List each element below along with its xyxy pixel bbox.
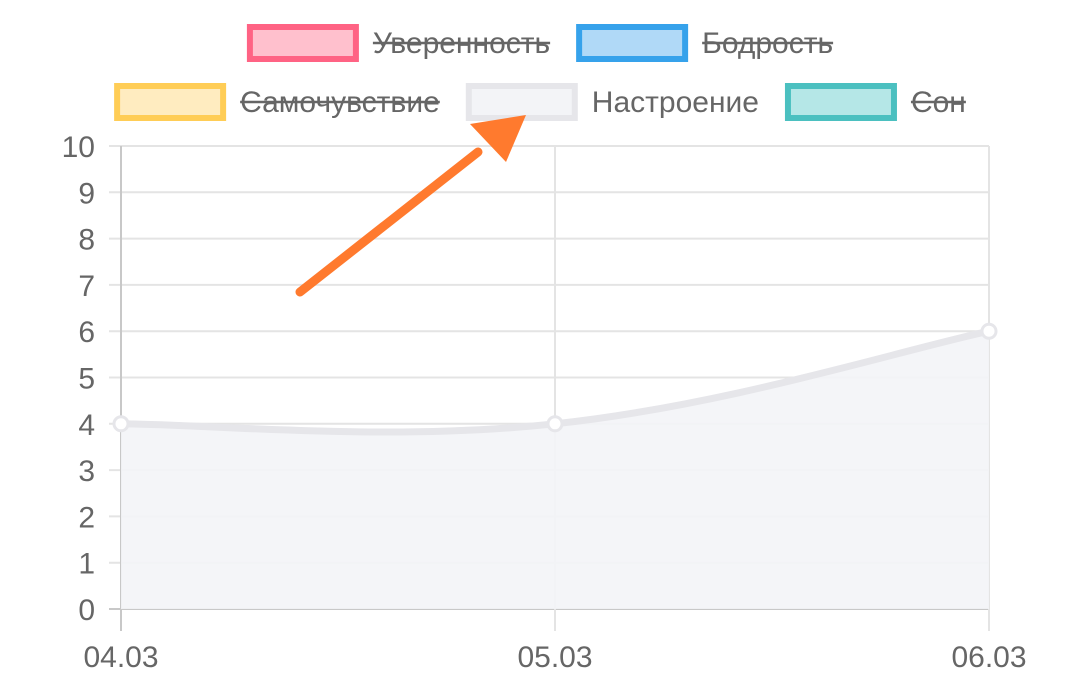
x-axis: 04.03 05.03 06.03 [83, 641, 1026, 674]
legend-swatch [246, 24, 359, 62]
legend-swatch [465, 83, 578, 121]
data-point[interactable] [112, 415, 130, 433]
legend-item-1[interactable]: Бодрость [576, 24, 834, 62]
y-tick-label: 1 [78, 548, 95, 581]
data-point[interactable] [980, 322, 998, 340]
legend-label: Настроение [592, 86, 759, 119]
legend-swatch [784, 83, 897, 121]
y-tick-label: 6 [78, 316, 95, 349]
legend-swatch [114, 83, 227, 121]
y-tick-label: 7 [78, 270, 95, 303]
legend-item-11[interactable]: Настроение [465, 83, 759, 121]
y-tick-label: 0 [78, 594, 95, 627]
data-point[interactable] [546, 415, 564, 433]
x-tick-label: 05.03 [517, 641, 592, 674]
x-tick-label: 06.03 [951, 641, 1026, 674]
y-tick-label: 3 [78, 455, 95, 488]
legend-item-0[interactable]: Уверенность [246, 24, 551, 62]
orange-arrow-icon [295, 115, 526, 297]
y-tick-label: 9 [78, 177, 95, 210]
y-tick-label: 5 [78, 363, 95, 396]
chart-legend[interactable]: Уверенность Бодрость Самочувствие Настроени… [114, 24, 966, 121]
y-tick-label: 4 [78, 409, 95, 442]
y-axis: 0 1 2 3 4 5 6 7 8 9 10 [62, 131, 95, 627]
y-tick-label: 2 [78, 501, 95, 534]
legend-item-10[interactable]: Самочувствие [114, 83, 440, 121]
legend-item-12[interactable]: Сон [784, 83, 966, 121]
y-tick-label: 8 [78, 224, 95, 257]
legend-swatch [576, 24, 689, 62]
x-tick-label: 04.03 [83, 641, 158, 674]
mood-line-chart: Уверенность Бодрость Самочувствие Настроени… [62, 24, 1027, 674]
annotation-layer [295, 115, 526, 297]
y-tick-label: 10 [62, 131, 95, 164]
